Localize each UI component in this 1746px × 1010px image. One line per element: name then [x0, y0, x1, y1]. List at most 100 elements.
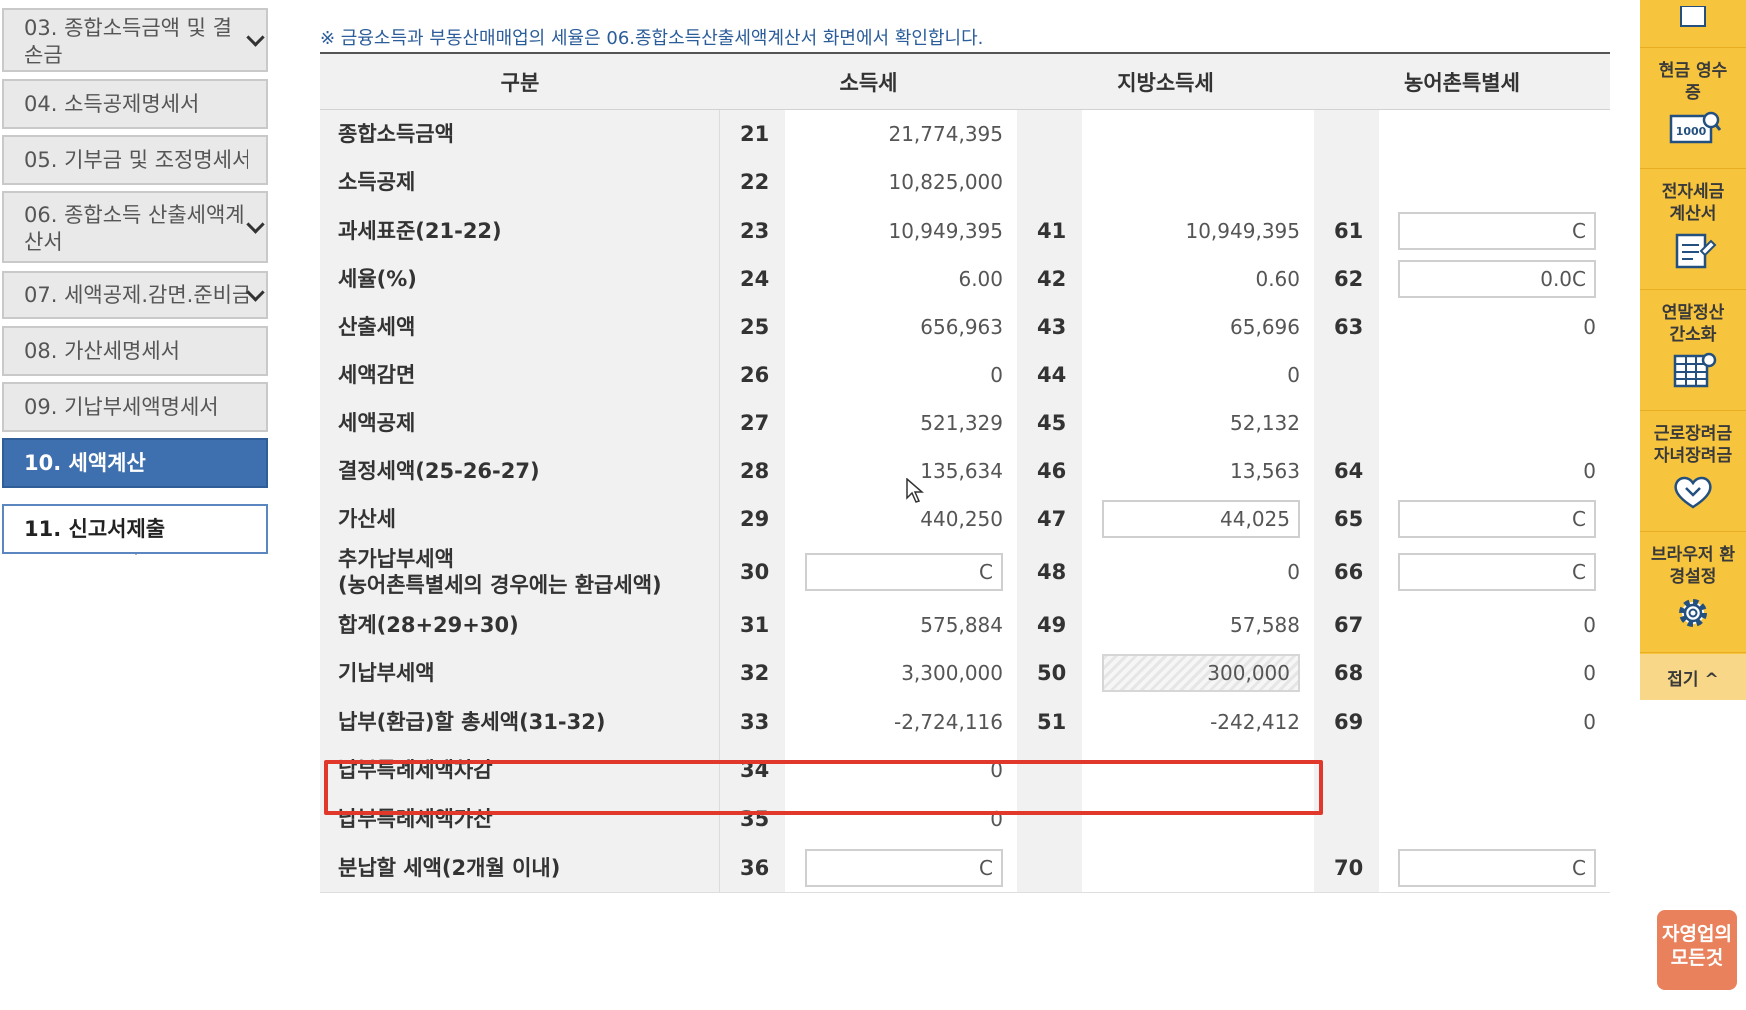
header-category: 구분 — [320, 54, 721, 110]
sidebar-item-label: 연말정산 간소화 — [1661, 303, 1725, 345]
step-11-label: 11. 신고서제출 — [24, 517, 166, 541]
step-06[interactable]: 06. 종합소득 산출세액계산서 — [2, 191, 268, 263]
line-number — [1314, 158, 1379, 206]
amount-cell: 656,963 — [785, 303, 1017, 351]
amount-cell: 10,949,395 — [785, 206, 1017, 255]
line-number: 50 — [1017, 649, 1082, 697]
sidebar-item-work-incentive[interactable]: 근로장려금 자녀장려금 — [1640, 411, 1746, 532]
receipt-1000-icon: 1000 — [1669, 111, 1721, 144]
amount-input[interactable]: 0.0C — [1398, 260, 1596, 298]
line-number: 22 — [720, 158, 785, 206]
row-label-text: 가산세 — [338, 507, 396, 531]
step-08[interactable]: 08. 가산세명세서 — [2, 326, 268, 376]
amount-cell: 0 — [1379, 447, 1610, 495]
amount-input[interactable]: C — [1398, 848, 1596, 887]
sidebar-item-label: 현금 영수증 — [1658, 61, 1728, 103]
amount-cell: C — [785, 843, 1017, 892]
row-label-text: 납부(환급)할 총세액(31-32) — [338, 709, 606, 734]
table-row: 과세표준(21-22) 23 10,949,395 41 10,949,395 61 C — [320, 206, 1610, 256]
step-09-label: 09. 기납부세액명세서 — [24, 395, 219, 419]
amount-input[interactable]: C — [805, 848, 1003, 887]
chevron-down-icon[interactable] — [246, 215, 265, 234]
line-number: 69 — [1314, 697, 1379, 746]
step-03-label: 03. 종합소득금액 및 결손금 — [24, 16, 232, 67]
line-number — [1314, 399, 1379, 447]
line-number: 27 — [720, 399, 785, 447]
header-rural-special-tax: 농어촌특별세 — [1314, 54, 1610, 110]
amount-cell: 21,774,395 — [785, 110, 1017, 158]
line-number: 62 — [1314, 255, 1379, 303]
step-10-active[interactable]: 10. 세액계산 — [2, 438, 268, 488]
table-row: 세액공제 27 521,329 45 52,132 — [320, 399, 1610, 448]
amount-input[interactable]: C — [1398, 211, 1596, 250]
line-number: 42 — [1017, 255, 1082, 303]
line-number: 36 — [720, 843, 785, 892]
line-number: 68 — [1314, 649, 1379, 697]
amount-cell: 52,132 — [1082, 399, 1314, 447]
fold-button[interactable]: 접기 ^ — [1640, 654, 1746, 700]
line-number: 63 — [1314, 303, 1379, 351]
empty-cell — [1379, 351, 1610, 399]
amount-input[interactable]: C — [1398, 553, 1596, 591]
sidebar-top-partial[interactable] — [1640, 0, 1746, 48]
table-row: 분납할 세액(2개월 이내) 36 C 70 C — [320, 843, 1610, 893]
amount-input[interactable]: C — [805, 553, 1003, 591]
table-row: 결정세액(25-26-27) 28 135,634 46 13,563 64 0 — [320, 447, 1610, 496]
amount-cell: 0 — [1379, 303, 1610, 351]
sidebar-item-label: 브라우저 환경설정 — [1650, 545, 1736, 587]
amount-cell: 521,329 — [785, 399, 1017, 447]
line-number: 31 — [720, 601, 785, 649]
row-label-text: 합계(28+29+30) — [338, 613, 519, 637]
amount-cell: 0.0C — [1379, 255, 1610, 303]
step-09[interactable]: 09. 기납부세액명세서 — [2, 382, 268, 432]
row-label-text: 세액감면 — [338, 363, 416, 387]
line-number — [1017, 158, 1082, 206]
header-income-tax: 소득세 — [720, 54, 1018, 110]
line-number: 64 — [1314, 447, 1379, 495]
amount-cell: 300,000 — [1082, 649, 1314, 697]
sidebar-item-browser-settings[interactable]: 브라우저 환경설정 — [1640, 532, 1746, 653]
sidebar-item-cash-receipt[interactable]: 현금 영수증 1000 — [1640, 48, 1746, 169]
row-label-text: 세율(%) — [338, 267, 417, 291]
quick-menu-sidebar: 현금 영수증 1000 전자세금 계산서 연말정산 간소화 근로장려금 자녀장려… — [1640, 0, 1746, 700]
line-number: 43 — [1017, 303, 1082, 351]
chevron-down-icon[interactable] — [246, 28, 265, 47]
line-number — [1017, 843, 1082, 892]
row-label-text: 결정세액(25-26-27) — [338, 459, 540, 483]
amount-cell: 575,884 — [785, 601, 1017, 649]
step-05[interactable]: 05. 기부금 및 조정명세서 — [2, 135, 268, 185]
amount-cell: 57,588 — [1082, 601, 1314, 649]
amount-cell: -2,724,116 — [785, 697, 1017, 746]
step-03[interactable]: 03. 종합소득금액 및 결손금 — [2, 8, 268, 72]
sidebar-item-year-end-settlement[interactable]: 연말정산 간소화 — [1640, 290, 1746, 411]
spreadsheet-icon — [1673, 352, 1717, 388]
amount-cell: 440,250 — [785, 495, 1017, 543]
chevron-down-icon[interactable] — [246, 283, 265, 302]
line-number: 45 — [1017, 399, 1082, 447]
step-04-label: 04. 소득공제명세서 — [24, 92, 200, 116]
step-07[interactable]: 07. 세액공제.감면.준비금 — [2, 271, 268, 319]
logo-line2: 모든것 — [1670, 947, 1724, 969]
amount-input[interactable]: C — [1398, 500, 1596, 538]
line-number — [1314, 794, 1379, 843]
amount-cell: 0.60 — [1082, 255, 1314, 303]
step-11[interactable]: 11. 신고서제출 — [2, 504, 268, 554]
amount-cell: 6.00 — [785, 255, 1017, 303]
line-number: 49 — [1017, 601, 1082, 649]
amount-cell: 0 — [1379, 697, 1610, 746]
row-label-text: 세액공제 — [338, 411, 416, 435]
amount-cell: 44,025 — [1082, 495, 1314, 543]
line-number: 51 — [1017, 697, 1082, 746]
channel-logo: 자영업의 모든것 — [1657, 910, 1737, 990]
amount-input[interactable]: 44,025 — [1102, 500, 1300, 538]
amount-cell: -242,412 — [1082, 697, 1314, 746]
empty-cell — [1379, 399, 1610, 447]
row-label: 산출세액 — [320, 303, 720, 351]
sidebar-item-e-tax-invoice[interactable]: 전자세금 계산서 — [1640, 169, 1746, 290]
step-04[interactable]: 04. 소득공제명세서 — [2, 79, 268, 129]
amount-cell: 10,825,000 — [785, 158, 1017, 206]
table-row: 세율(%) 24 6.00 42 0.60 62 0.0C — [320, 255, 1610, 304]
amount-cell: 13,563 — [1082, 447, 1314, 495]
amount-cell: 3,300,000 — [785, 649, 1017, 697]
row-label: 추가납부세액 (농어촌특별세의 경우에는 환급세액) — [320, 543, 720, 601]
